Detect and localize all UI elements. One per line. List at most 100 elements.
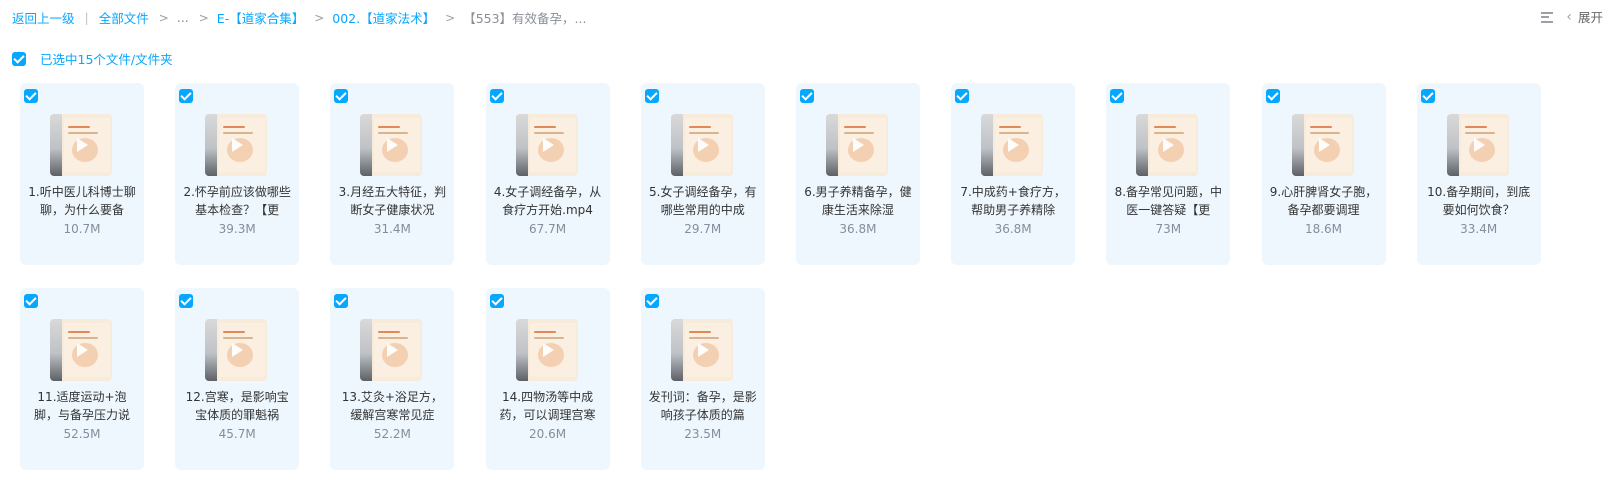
file-name[interactable]: 发刊词：备孕，是影响孩子体质的篇 <box>647 388 759 424</box>
file-size: 31.4M <box>373 222 411 236</box>
thumbnail-strip <box>515 114 528 176</box>
video-thumbnail[interactable] <box>825 114 888 176</box>
video-thumbnail[interactable] <box>205 114 268 176</box>
play-icon <box>383 137 399 153</box>
video-thumbnail[interactable] <box>981 114 1044 176</box>
file-name[interactable]: 14.四物汤等中成药，可以调理宫寒 <box>492 388 604 424</box>
file-size: 39.3M <box>218 222 256 236</box>
thumbnail-strip <box>670 114 683 176</box>
file-card[interactable]: 4.女子调经备孕，从食疗方开始.mp4 67.7M <box>485 83 610 265</box>
file-checkbox[interactable] <box>955 89 970 103</box>
file-checkbox[interactable] <box>24 294 38 308</box>
video-thumbnail[interactable] <box>205 319 268 381</box>
video-thumbnail[interactable] <box>50 319 112 381</box>
file-checkbox[interactable] <box>489 294 504 308</box>
file-card[interactable]: 8.备孕常见问题，中医一键答疑【更 73M <box>1106 83 1231 265</box>
breadcrumb-ellipsis[interactable]: ... <box>177 10 189 25</box>
file-card[interactable]: 9.心肝脾肾女子胞，备孕都要调理 18.6M <box>1261 83 1386 265</box>
play-icon <box>228 137 244 153</box>
file-checkbox[interactable] <box>1265 89 1280 103</box>
thumbnail-strip <box>360 319 373 381</box>
file-size: 36.8M <box>994 222 1032 236</box>
file-name[interactable]: 4.女子调经备孕，从食疗方开始.mp4 <box>492 183 604 219</box>
video-thumbnail[interactable] <box>670 114 733 176</box>
play-icon <box>694 137 710 153</box>
thumbnail-strip <box>981 114 994 176</box>
back-link[interactable]: 返回上一级 <box>12 8 75 27</box>
file-grid: 1.听中医儿科博士聊聊，为什么要备 10.7M 2.怀孕前应该做哪些基本检查？【更 3… <box>20 83 1541 470</box>
file-checkbox[interactable] <box>179 89 194 103</box>
video-thumbnail[interactable] <box>1136 114 1199 176</box>
list-icon[interactable] <box>1540 10 1554 24</box>
file-card[interactable]: 3.月经五大特征，判断女子健康状况 31.4M <box>330 83 455 265</box>
file-checkbox[interactable] <box>334 89 349 103</box>
thumbnail-strip <box>1446 114 1459 176</box>
file-size: 45.7M <box>218 427 256 441</box>
file-card[interactable]: 13.艾灸+浴足方，缓解宫寒常见症 52.2M <box>330 288 455 470</box>
breadcrumb-all-files[interactable]: 全部文件 <box>99 8 149 27</box>
breadcrumb-bar: 返回上一级 | 全部文件 > ... > E-【道家合集】 > 002.【道家法… <box>0 0 1617 34</box>
file-size: 36.8M <box>839 222 877 236</box>
file-card[interactable]: 1.听中医儿科博士聊聊，为什么要备 10.7M <box>20 83 144 265</box>
play-icon <box>383 342 399 358</box>
select-all-checkbox[interactable] <box>12 51 26 66</box>
file-name[interactable]: 9.心肝脾肾女子胞，备孕都要调理 <box>1268 183 1380 219</box>
thumbnail-strip <box>1291 114 1304 176</box>
video-thumbnail[interactable] <box>515 114 578 176</box>
file-name[interactable]: 13.艾灸+浴足方，缓解宫寒常见症 <box>336 388 448 424</box>
video-thumbnail[interactable] <box>670 319 733 381</box>
file-checkbox[interactable] <box>1420 89 1435 103</box>
video-thumbnail[interactable] <box>360 114 423 176</box>
file-name[interactable]: 5.女子调经备孕，有哪些常用的中成 <box>647 183 759 219</box>
file-name[interactable]: 10.备孕期间，到底要如何饮食？ <box>1423 183 1535 219</box>
file-card[interactable]: 14.四物汤等中成药，可以调理宫寒 20.6M <box>485 288 610 470</box>
play-icon <box>849 137 865 153</box>
file-checkbox[interactable] <box>24 89 38 103</box>
video-thumbnail[interactable] <box>50 114 112 176</box>
thumbnail-strip <box>50 114 62 176</box>
file-size: 52.2M <box>373 427 411 441</box>
file-checkbox[interactable] <box>489 89 504 103</box>
file-name[interactable]: 11.适度运动+泡脚，与备孕压力说 <box>26 388 138 424</box>
play-icon <box>539 342 555 358</box>
file-card[interactable]: 2.怀孕前应该做哪些基本检查？【更 39.3M <box>175 83 300 265</box>
file-name[interactable]: 8.备孕常见问题，中医一键答疑【更 <box>1112 183 1224 219</box>
file-name[interactable]: 6.男子养精备孕，健康生活来除湿 <box>802 183 914 219</box>
file-name[interactable]: 7.中成药+食疗方，帮助男子养精除 <box>957 183 1069 219</box>
play-icon <box>1470 137 1486 153</box>
file-checkbox[interactable] <box>799 89 814 103</box>
chevron-left-icon: ‹ <box>1566 8 1572 25</box>
file-checkbox[interactable] <box>1110 89 1125 103</box>
breadcrumb-arrow: > <box>445 10 456 25</box>
breadcrumb-arrow: > <box>158 10 169 25</box>
breadcrumb-level2[interactable]: 002.【道家法术】 <box>332 8 435 27</box>
file-name[interactable]: 1.听中医儿科博士聊聊，为什么要备 <box>26 183 138 219</box>
file-card[interactable]: 10.备孕期间，到底要如何饮食？ 33.4M <box>1416 83 1541 265</box>
play-icon <box>73 137 89 153</box>
file-card[interactable]: 7.中成药+食疗方，帮助男子养精除 36.8M <box>951 83 1076 265</box>
file-size: 67.7M <box>529 222 567 236</box>
file-card[interactable]: 11.适度运动+泡脚，与备孕压力说 52.5M <box>20 288 144 470</box>
file-name[interactable]: 3.月经五大特征，判断女子健康状况 <box>336 183 448 219</box>
file-checkbox[interactable] <box>179 294 194 308</box>
thumbnail-strip <box>1136 114 1149 176</box>
play-icon <box>539 137 555 153</box>
file-card[interactable]: 5.女子调经备孕，有哪些常用的中成 29.7M <box>640 83 765 265</box>
thumbnail-strip <box>515 319 528 381</box>
video-thumbnail[interactable] <box>515 319 578 381</box>
file-card[interactable]: 发刊词：备孕，是影响孩子体质的篇 23.5M <box>640 288 765 470</box>
file-checkbox[interactable] <box>644 89 659 103</box>
file-name[interactable]: 12.宫寒，是影响宝宝体质的罪魁祸 <box>181 388 293 424</box>
video-thumbnail[interactable] <box>1291 114 1354 176</box>
video-thumbnail[interactable] <box>360 319 423 381</box>
file-name[interactable]: 2.怀孕前应该做哪些基本检查？【更 <box>181 183 293 219</box>
file-size: 20.6M <box>529 427 567 441</box>
file-card[interactable]: 6.男子养精备孕，健康生活来除湿 36.8M <box>795 83 920 265</box>
file-size: 73M <box>1155 222 1182 236</box>
video-thumbnail[interactable] <box>1446 114 1509 176</box>
file-card[interactable]: 12.宫寒，是影响宝宝体质的罪魁祸 45.7M <box>175 288 300 470</box>
breadcrumb-level1[interactable]: E-【道家合集】 <box>217 8 304 27</box>
file-checkbox[interactable] <box>334 294 349 308</box>
expand-button[interactable]: ‹ 展开 <box>1566 7 1603 26</box>
file-checkbox[interactable] <box>644 294 659 308</box>
